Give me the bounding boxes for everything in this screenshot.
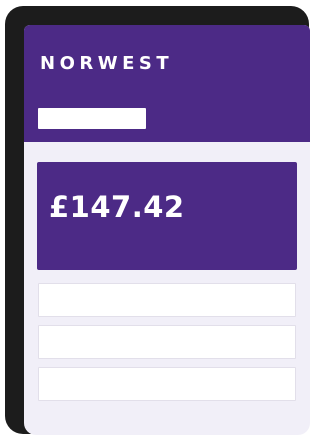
balance-card[interactable]: £147.42 <box>37 162 297 270</box>
list-item[interactable] <box>38 325 296 359</box>
app-screen: NORWEST £147.42 <box>24 25 310 435</box>
list-item[interactable] <box>38 283 296 317</box>
app-header: NORWEST <box>24 25 310 142</box>
balance-amount: £147.42 <box>49 190 185 224</box>
header-placeholder-bar <box>38 108 146 129</box>
brand-name: NORWEST <box>40 53 174 74</box>
list-item[interactable] <box>38 367 296 401</box>
device-frame: NORWEST £147.42 <box>5 6 310 435</box>
